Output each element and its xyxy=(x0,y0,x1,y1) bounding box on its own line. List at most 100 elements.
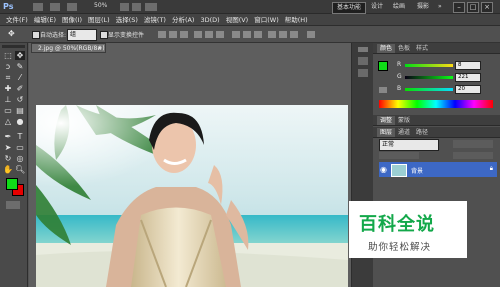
blur-tool-icon[interactable]: △ xyxy=(3,117,13,126)
history-panel-icon[interactable] xyxy=(358,57,368,65)
zoom-tool-icon[interactable]: 🔍︎ xyxy=(15,165,25,174)
distribute-vcenter-icon[interactable] xyxy=(243,31,251,38)
tab-color[interactable]: 颜色 xyxy=(377,44,396,53)
menu-analysis[interactable]: 分析(A) xyxy=(169,14,198,26)
layer-visibility-eye-icon[interactable]: ◉ xyxy=(380,165,387,174)
eraser-tool-icon[interactable]: ▭ xyxy=(3,106,13,115)
arrange-documents-icon[interactable] xyxy=(145,3,157,11)
tab-channels[interactable]: 通道 xyxy=(395,128,413,137)
move-tool-icon[interactable]: ✥ xyxy=(15,51,25,60)
image-canvas[interactable] xyxy=(36,105,348,287)
restore-button[interactable]: □ xyxy=(467,2,479,13)
document-tab-close-icon[interactable]: × xyxy=(97,44,102,53)
quick-mask-icon[interactable] xyxy=(6,201,20,209)
b-slider[interactable] xyxy=(405,88,453,91)
actions-panel-icon[interactable] xyxy=(358,69,368,77)
distribute-right-icon[interactable] xyxy=(290,31,298,38)
healing-brush-tool-icon[interactable]: ✚ xyxy=(3,84,13,93)
quick-select-tool-icon[interactable]: ✎ xyxy=(15,62,25,71)
menu-window[interactable]: 窗口(W) xyxy=(251,14,282,26)
tab-adjustments[interactable]: 调整 xyxy=(377,116,396,125)
tab-masks[interactable]: 蒙版 xyxy=(395,116,413,125)
g-slider[interactable] xyxy=(405,76,453,79)
history-brush-tool-icon[interactable]: ↺ xyxy=(15,95,25,104)
gradient-tool-icon[interactable]: ▤ xyxy=(15,106,25,115)
b-label: B xyxy=(397,85,402,92)
clone-stamp-tool-icon[interactable]: ⊥ xyxy=(3,95,13,104)
align-vcenter-icon[interactable] xyxy=(169,31,177,38)
menu-help[interactable]: 帮助(H) xyxy=(282,14,311,26)
color-fg-swatch[interactable] xyxy=(378,61,388,71)
collapse-panels-icon[interactable] xyxy=(358,47,368,52)
tab-layers[interactable]: 图层 xyxy=(377,128,396,137)
menu-view[interactable]: 视图(V) xyxy=(223,14,252,26)
menu-select[interactable]: 选择(S) xyxy=(113,14,141,26)
warning-gamut-icon[interactable] xyxy=(379,87,387,93)
tab-styles[interactable]: 样式 xyxy=(413,44,431,53)
zoom-tool-icon[interactable] xyxy=(132,3,141,11)
marquee-tool-icon[interactable]: ⬚ xyxy=(3,51,13,60)
menu-layer[interactable]: 图层(L) xyxy=(85,14,113,26)
path-selection-tool-icon[interactable]: ➤ xyxy=(3,143,13,152)
distribute-hcenter-icon[interactable] xyxy=(279,31,287,38)
align-right-icon[interactable] xyxy=(216,31,224,38)
minibridge-icon[interactable] xyxy=(50,3,60,11)
align-left-icon[interactable] xyxy=(194,31,202,38)
b-value-input[interactable]: 20 xyxy=(455,85,481,94)
menu-3d[interactable]: 3D(D) xyxy=(197,14,222,26)
view-extras-icon[interactable] xyxy=(67,3,77,11)
blend-mode-dropdown[interactable]: 正常 xyxy=(379,139,439,151)
color-spectrum-bar[interactable] xyxy=(379,100,493,108)
dodge-tool-icon[interactable]: ● xyxy=(15,117,25,126)
layer-row-background[interactable]: ◉ 背景 🔒︎ xyxy=(379,162,497,177)
tools-panel-grip[interactable] xyxy=(2,45,25,48)
menu-image[interactable]: 图像(I) xyxy=(59,14,85,26)
r-slider[interactable] xyxy=(405,64,453,67)
pen-tool-icon[interactable]: ✒ xyxy=(3,132,13,141)
r-value-input[interactable]: 8 xyxy=(455,61,481,70)
shape-tool-icon[interactable]: ▭ xyxy=(15,143,25,152)
auto-align-icon[interactable] xyxy=(307,31,315,38)
document-tab[interactable]: 2.jpg @ 50%(RGB/8#) × xyxy=(31,43,106,53)
brush-tool-icon[interactable]: ✐ xyxy=(15,84,25,93)
tab-swatches[interactable]: 色板 xyxy=(395,44,413,53)
crop-tool-icon[interactable]: ⌗ xyxy=(3,73,13,82)
align-bottom-icon[interactable] xyxy=(180,31,188,38)
auto-select-checkbox[interactable] xyxy=(32,31,40,39)
menu-filter[interactable]: 滤镜(T) xyxy=(141,14,169,26)
auto-select-dropdown[interactable]: 组 xyxy=(67,29,97,41)
workspace-photography[interactable]: 摄影 xyxy=(413,2,433,12)
align-top-icon[interactable] xyxy=(158,31,166,38)
show-transform-label: 显示变换控件 xyxy=(108,32,145,39)
3d-orbit-tool-icon[interactable]: ◎ xyxy=(15,154,25,163)
tab-paths[interactable]: 路径 xyxy=(413,128,431,137)
type-tool-icon[interactable]: T xyxy=(15,132,25,141)
foreground-color-swatch[interactable] xyxy=(6,178,18,190)
workspace-painting[interactable]: 绘画 xyxy=(389,2,409,12)
align-hcenter-icon[interactable] xyxy=(205,31,213,38)
distribute-left-icon[interactable] xyxy=(268,31,276,38)
menu-edit[interactable]: 编辑(E) xyxy=(31,14,59,26)
zoom-level[interactable]: 50% xyxy=(94,2,107,9)
workspace-more[interactable]: » xyxy=(434,2,446,12)
opacity-field[interactable] xyxy=(453,140,493,148)
menu-file[interactable]: 文件(F) xyxy=(3,14,31,26)
bridge-icon[interactable] xyxy=(33,3,43,11)
distribute-bottom-icon[interactable] xyxy=(254,31,262,38)
g-label: G xyxy=(397,73,402,80)
workspace-design[interactable]: 设计 xyxy=(367,2,387,12)
g-value-input[interactable]: 221 xyxy=(455,73,481,82)
lock-icons[interactable] xyxy=(379,152,419,159)
close-button[interactable]: × xyxy=(481,2,493,13)
fill-field[interactable] xyxy=(453,152,493,159)
move-tool-preset-icon[interactable]: ✥ xyxy=(8,29,20,39)
eyedropper-tool-icon[interactable]: ⁄ xyxy=(15,73,25,82)
hand-tool-icon[interactable] xyxy=(120,3,129,11)
distribute-top-icon[interactable] xyxy=(232,31,240,38)
minimize-button[interactable]: – xyxy=(453,2,465,13)
lasso-tool-icon[interactable]: ↄ xyxy=(3,62,13,71)
show-transform-checkbox[interactable] xyxy=(100,31,108,39)
3d-rotate-tool-icon[interactable]: ↻ xyxy=(3,154,13,163)
workspace-active[interactable]: 基本功能 xyxy=(332,2,367,14)
hand-tool-icon[interactable]: ✋ xyxy=(3,165,13,174)
